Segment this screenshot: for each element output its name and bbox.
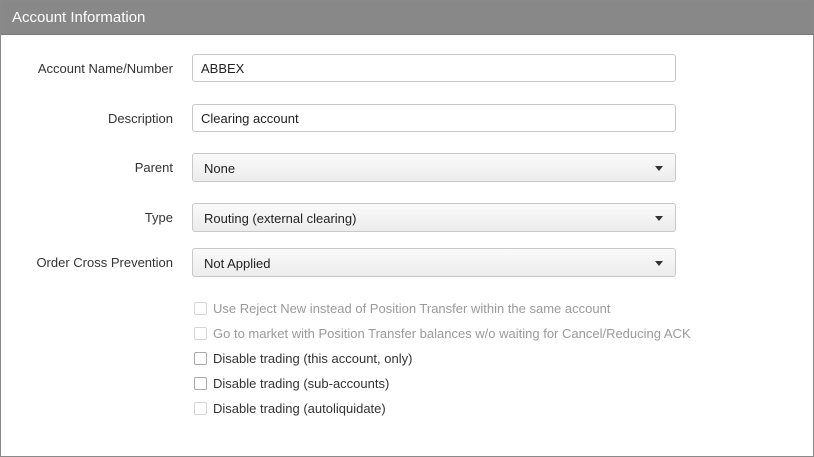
account-information-panel: Account Information Account Name/Number … [0, 0, 814, 457]
order-cross-label: Order Cross Prevention [36, 255, 173, 270]
type-label: Type [144, 210, 173, 225]
disable-sub-accounts-checkbox[interactable] [194, 377, 207, 390]
account-name-label: Account Name/Number [37, 61, 173, 76]
option-disable-sub-accounts: Disable trading (sub-accounts) [192, 375, 752, 393]
option-disable-this-account: Disable trading (this account, only) [192, 350, 752, 368]
parent-row: Parent None [1, 153, 813, 183]
disable-sub-accounts-label[interactable]: Disable trading (sub-accounts) [213, 376, 389, 391]
description-row: Description [1, 104, 813, 134]
panel-header: Account Information [1, 1, 813, 35]
disable-autoliquidate-label: Disable trading (autoliquidate) [213, 401, 386, 416]
option-reject-new: Use Reject New instead of Position Trans… [192, 300, 752, 318]
account-name-input[interactable] [192, 54, 676, 82]
parent-select-value: None [204, 161, 236, 176]
disable-this-account-checkbox[interactable] [194, 352, 207, 365]
disable-this-account-label[interactable]: Disable trading (this account, only) [213, 351, 412, 366]
order-cross-select[interactable]: Not Applied [192, 248, 676, 277]
disable-autoliquidate-checkbox [194, 402, 207, 415]
order-cross-select-value: Not Applied [204, 256, 271, 271]
option-disable-autoliquidate: Disable trading (autoliquidate) [192, 400, 752, 418]
go-to-market-checkbox [194, 327, 207, 340]
description-input[interactable] [192, 104, 676, 132]
chevron-down-icon [655, 261, 663, 266]
parent-label: Parent [134, 160, 173, 175]
parent-select[interactable]: None [192, 153, 676, 182]
chevron-down-icon [655, 216, 663, 221]
description-label: Description [107, 111, 173, 126]
panel-title: Account Information [12, 9, 146, 26]
type-select[interactable]: Routing (external clearing) [192, 203, 676, 232]
reject-new-label: Use Reject New instead of Position Trans… [213, 301, 611, 316]
order-cross-row: Order Cross Prevention Not Applied [1, 248, 813, 278]
type-row: Type Routing (external clearing) [1, 203, 813, 233]
reject-new-checkbox [194, 302, 207, 315]
account-name-row: Account Name/Number [1, 54, 813, 84]
go-to-market-label: Go to market with Position Transfer bala… [213, 326, 691, 341]
type-select-value: Routing (external clearing) [204, 211, 357, 226]
option-go-to-market: Go to market with Position Transfer bala… [192, 325, 752, 343]
chevron-down-icon [655, 166, 663, 171]
